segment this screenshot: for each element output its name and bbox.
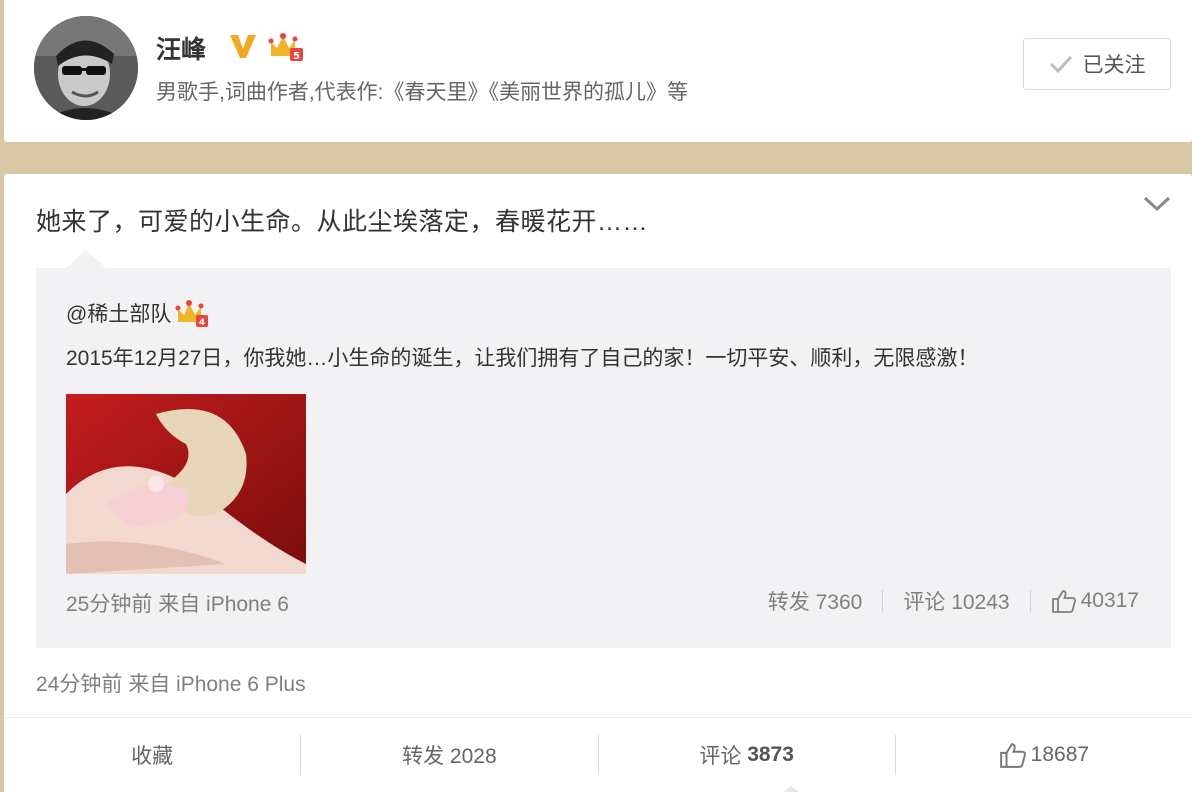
favorite-label: 收藏 <box>131 745 174 768</box>
post-text: 她来了，可爱的小生命。从此尘埃落定，春暖花开…… <box>36 208 649 236</box>
repost-comment-button[interactable]: 评论 10243 <box>903 586 1009 616</box>
active-tab-pointer <box>781 786 801 792</box>
member-crown-icon: 5 <box>268 33 303 62</box>
check-icon <box>1049 55 1072 74</box>
separator <box>882 590 884 612</box>
following-label: 已关注 <box>1082 54 1146 77</box>
post-meta: 24分钟前 来自 iPhone 6 Plus <box>36 673 306 696</box>
avatar-photo <box>34 16 138 120</box>
repost-author-name[interactable]: @稀土部队 <box>66 298 171 328</box>
user-description: 男歌手,词曲作者,代表作:《春天里》《美丽世界的孤儿》等 <box>156 81 689 104</box>
favorite-button[interactable]: 收藏 <box>4 735 300 775</box>
thumbs-up-icon <box>1051 590 1076 613</box>
member-crown-icon: 4 <box>175 300 209 328</box>
verified-v-icon <box>230 35 256 58</box>
repost-box[interactable]: @稀土部队 4 2015年12月27日，你我她…小生命的诞生，让我们拥有了自己的… <box>36 250 1171 648</box>
following-button[interactable]: 已关注 <box>1023 38 1171 90</box>
comment-count: 3873 <box>747 743 794 766</box>
baby-hand-photo <box>66 394 306 574</box>
like-count: 18687 <box>1030 743 1090 766</box>
repost-like-count: 40317 <box>1080 589 1139 612</box>
comment-button[interactable]: 评论 3873 <box>597 735 895 775</box>
svg-text:5: 5 <box>293 51 300 62</box>
thumbs-up-icon <box>999 743 1026 768</box>
avatar[interactable] <box>34 16 138 120</box>
svg-text:4: 4 <box>199 318 205 328</box>
separator <box>1029 590 1031 612</box>
forward-label: 转发 2028 <box>402 745 497 768</box>
repost-arrow <box>66 250 106 268</box>
repost-text: 2015年12月27日，你我她…小生命的诞生，让我们拥有了自己的家！一切平安、顺… <box>66 347 979 370</box>
forward-button[interactable]: 转发 2028 <box>300 735 597 775</box>
repost-author-link[interactable]: @稀土部队 4 <box>66 298 209 328</box>
repost-meta: 25分钟前 来自 iPhone 6 <box>66 593 289 616</box>
post-action-bar: 收藏 转发 2028 评论 3873 18687 <box>4 718 1192 792</box>
chevron-down-icon[interactable] <box>1141 192 1173 214</box>
user-name[interactable]: 汪峰 <box>156 30 206 66</box>
repost-photo[interactable] <box>66 394 306 574</box>
weibo-post-card: 她来了，可爱的小生命。从此尘埃落定，春暖花开…… @稀土部队 4 2015年12… <box>4 174 1192 792</box>
profile-card: 汪峰 5 男歌手,词曲作者,代表作:《春天里》《美丽世界的孤儿》等 已关注 <box>4 0 1192 142</box>
repost-forward-button[interactable]: 转发 7360 <box>768 586 863 616</box>
repost-action-bar: 转发 7360 评论 10243 40317 <box>768 586 1139 616</box>
repost-like-button[interactable]: 40317 <box>1051 588 1139 614</box>
comment-label: 评论 <box>699 745 742 768</box>
like-button[interactable]: 18687 <box>894 735 1192 775</box>
